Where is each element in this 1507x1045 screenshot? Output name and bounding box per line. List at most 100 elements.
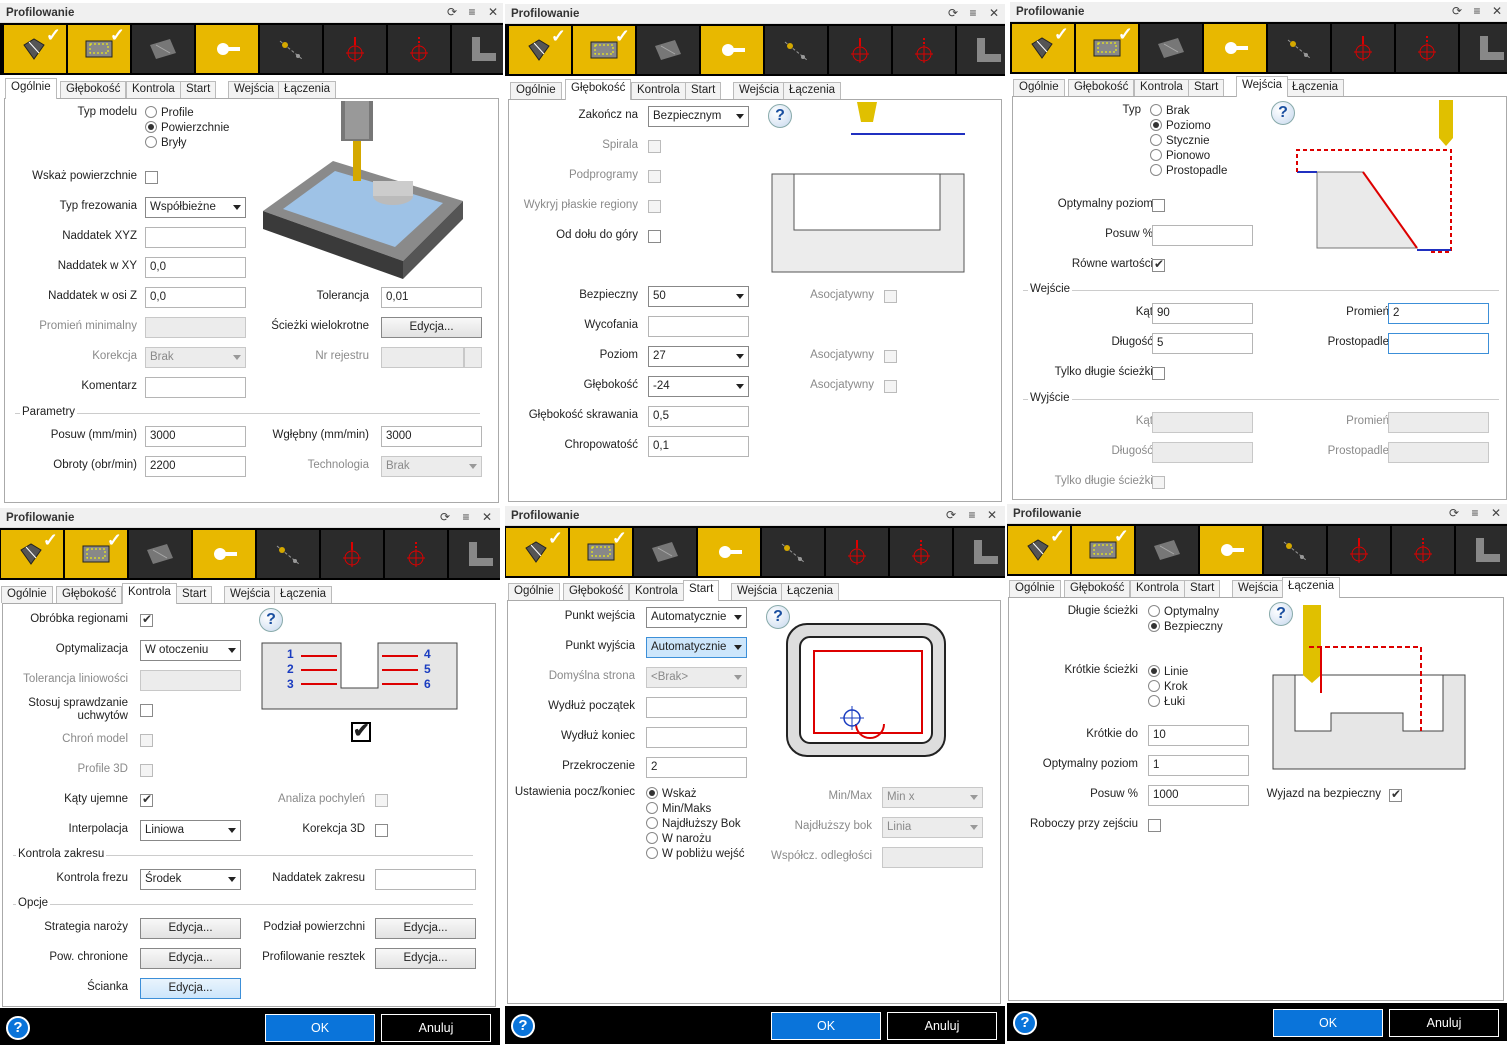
toolbar-button-plane[interactable] [132,25,194,73]
toolbar-button-corner[interactable] [954,528,1005,576]
exit-safe-checkbox[interactable]: ✔ [1389,787,1402,802]
toolbar-button-plane[interactable] [1136,526,1198,574]
tolerance-input[interactable]: 0,01 [381,287,482,308]
select-surfaces-checkbox[interactable] [145,171,158,184]
toolbar-button-key[interactable] [1200,526,1262,574]
radio-perpendicular[interactable]: Prostopadle [1150,164,1227,177]
tab-start[interactable]: Start [176,586,213,603]
tab-control[interactable]: Kontrola [126,81,181,98]
stock-z-input[interactable]: 0,0 [145,287,246,308]
extend-end-input[interactable] [646,727,747,748]
tab-general[interactable]: Ogólnie [508,583,560,600]
tab-start[interactable]: Start [683,580,720,601]
refresh-icon[interactable]: ⟳ [1447,506,1461,520]
help-icon[interactable]: ? [6,1016,30,1040]
close-icon[interactable]: ✕ [987,6,1001,20]
tab-control[interactable]: Kontrola [1134,79,1189,96]
close-icon[interactable]: ✕ [486,5,500,19]
safe-select[interactable]: 50 [648,286,749,307]
radio-longest-side[interactable]: Najdłuższy Bok [646,817,741,830]
fixture-check-checkbox[interactable] [140,704,153,717]
short-to-input[interactable]: 10 [1148,725,1249,746]
radio-safe[interactable]: Bezpieczny [1148,620,1223,633]
feed-input[interactable]: 3000 [145,426,246,447]
entry-perpendicular-input[interactable] [1388,333,1489,354]
help-question-icon[interactable]: ? [1271,101,1295,125]
compensation-3d-checkbox[interactable] [375,824,388,837]
toolbar-button-target[interactable] [388,25,450,73]
radio-optimal[interactable]: Optymalny [1148,605,1219,618]
cancel-button[interactable]: Anuluj [381,1014,491,1042]
range-stock-input[interactable] [375,869,476,890]
toolbar-button-drill-point[interactable] [321,530,383,578]
toolbar-button-drill-point[interactable] [829,26,891,74]
tab-links[interactable]: Łączenia [1282,577,1341,598]
radio-arcs[interactable]: Łuki [1148,695,1185,708]
toolbar-button-target[interactable] [1396,24,1458,72]
tab-control[interactable]: Kontrola [1130,580,1185,597]
menu-icon[interactable]: ≡ [459,510,473,524]
tab-control[interactable]: Kontrola [629,583,684,600]
tab-depth[interactable]: Głębokość [565,79,632,100]
entry-angle-input[interactable]: 90 [1152,303,1253,324]
toolbar-button-drill-point[interactable] [1328,526,1390,574]
radio-horizontal[interactable]: Poziomo [1150,119,1211,132]
toolbar-button-surface[interactable]: ✓ [1,530,63,578]
tab-general[interactable]: Ogólnie [510,82,562,99]
close-icon[interactable]: ✕ [1490,4,1504,18]
help-question-icon[interactable]: ? [259,608,283,632]
toolbar-button-key[interactable] [698,528,760,576]
negative-angles-checkbox[interactable]: ✔ [140,792,153,807]
toolbar-button-pocket[interactable]: ✓ [573,26,635,74]
multiple-paths-edit-button[interactable]: Edycja... [381,317,482,338]
tab-links[interactable]: Łączenia [783,82,842,99]
tab-depth[interactable]: Głębokość [563,583,630,600]
toolbar-button-surface[interactable]: ✓ [1012,24,1074,72]
refresh-icon[interactable]: ⟳ [445,5,459,19]
toolbar-button-pocket[interactable]: ✓ [1072,526,1134,574]
tab-leads[interactable]: Wejścia [1236,76,1289,97]
toolbar-button-point[interactable] [1268,24,1330,72]
stock-xy-input[interactable]: 0,0 [145,257,246,278]
optimal-level-input[interactable]: 1 [1148,755,1249,776]
toolbar-button-surface[interactable]: ✓ [506,528,568,576]
tab-general[interactable]: Ogólnie [1013,79,1065,96]
radio-profile[interactable]: Profile [145,106,194,119]
radio-none[interactable]: Brak [1150,104,1190,117]
toolbar-button-corner[interactable] [1460,24,1507,72]
retract-input[interactable] [648,316,749,337]
comment-input[interactable] [145,377,246,398]
close-icon[interactable]: ✕ [480,510,494,524]
tab-links[interactable]: Łączenia [274,586,333,603]
toolbar-button-point[interactable] [257,530,319,578]
toolbar-button-pocket[interactable]: ✓ [570,528,632,576]
plunge-input[interactable]: 3000 [381,426,482,447]
radio-surfaces[interactable]: Powierzchnie [145,121,229,134]
tab-control[interactable]: Kontrola [122,583,177,604]
tab-general[interactable]: Ogólnie [5,78,57,99]
ok-button[interactable]: OK [1273,1009,1383,1037]
rest-profiling-edit-button[interactable]: Edycja... [375,948,476,969]
feed-percent-input[interactable] [1152,225,1253,246]
menu-icon[interactable]: ≡ [1470,4,1484,18]
entry-point-select[interactable]: Automatycznie [646,607,747,628]
menu-icon[interactable]: ≡ [1468,506,1482,520]
toolbar-button-key[interactable] [196,25,258,73]
tab-start[interactable]: Start [1188,79,1225,96]
tab-start[interactable]: Start [1184,580,1221,597]
menu-icon[interactable]: ≡ [965,508,979,522]
protected-surfaces-edit-button[interactable]: Edycja... [140,948,241,969]
radio-vertical[interactable]: Pionowo [1150,149,1210,162]
cut-depth-input[interactable]: 0,5 [648,406,749,427]
refresh-icon[interactable]: ⟳ [944,508,958,522]
tab-leads[interactable]: Wejścia [1232,580,1285,597]
tab-leads[interactable]: Wejścia [731,583,784,600]
toolbar-button-target[interactable] [893,26,955,74]
radio-indicate[interactable]: Wskaż [646,787,697,800]
milling-type-select[interactable]: Współbieżne [145,197,246,218]
tab-leads[interactable]: Wejścia [228,81,281,98]
toolbar-button-pocket[interactable]: ✓ [68,25,130,73]
refresh-icon[interactable]: ⟳ [946,6,960,20]
tab-start[interactable]: Start [180,81,217,98]
toolbar-button-drill-point[interactable] [324,25,386,73]
